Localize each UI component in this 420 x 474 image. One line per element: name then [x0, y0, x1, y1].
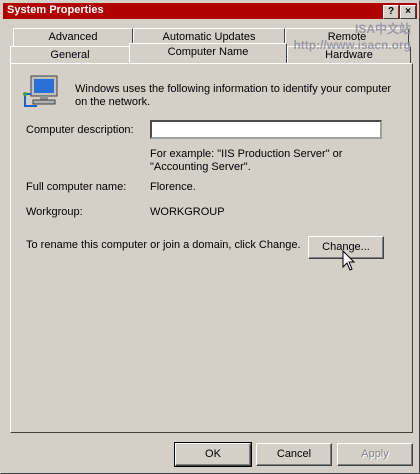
- window-title: System Properties: [7, 4, 104, 16]
- watermark-line1: ISA中文站: [354, 22, 411, 36]
- computer-description-input[interactable]: [150, 120, 382, 139]
- tab-general[interactable]: General: [10, 46, 130, 64]
- tab-advanced[interactable]: Advanced: [13, 28, 133, 46]
- watermark-line2: http://www.isacn.org: [293, 38, 411, 52]
- example-text-line2: "Accounting Server".: [150, 161, 251, 173]
- close-button[interactable]: ×: [400, 5, 416, 19]
- tab-computer-name[interactable]: Computer Name: [129, 43, 287, 63]
- mouse-cursor-icon: [342, 250, 356, 271]
- apply-button[interactable]: Apply: [337, 443, 413, 466]
- title-bar[interactable]: System Properties ? ×: [3, 3, 417, 19]
- full-name-value: Florence.: [150, 181, 196, 193]
- intro-line1: Windows uses the following information t…: [75, 83, 395, 109]
- ok-button[interactable]: OK: [174, 442, 252, 467]
- workgroup-label: Workgroup:: [26, 206, 83, 218]
- workgroup-value: WORKGROUP: [150, 206, 225, 218]
- example-text-line1: For example: "IIS Production Server" or: [150, 148, 343, 160]
- watermark: ISA中文站 http://www.isacn.org: [293, 21, 411, 53]
- help-button[interactable]: ?: [383, 5, 399, 19]
- computer-network-icon: [23, 75, 58, 107]
- computer-name-panel: Windows uses the following information t…: [10, 63, 413, 433]
- cancel-button[interactable]: Cancel: [256, 443, 332, 466]
- system-properties-window: System Properties ? × ISA中文站 http://www.…: [0, 0, 420, 474]
- computer-description-label: Computer description:: [26, 124, 134, 136]
- intro-text: Windows uses the following information t…: [75, 83, 392, 108]
- rename-text: To rename this computer or join a domain…: [26, 239, 301, 251]
- full-name-label: Full computer name:: [26, 181, 127, 193]
